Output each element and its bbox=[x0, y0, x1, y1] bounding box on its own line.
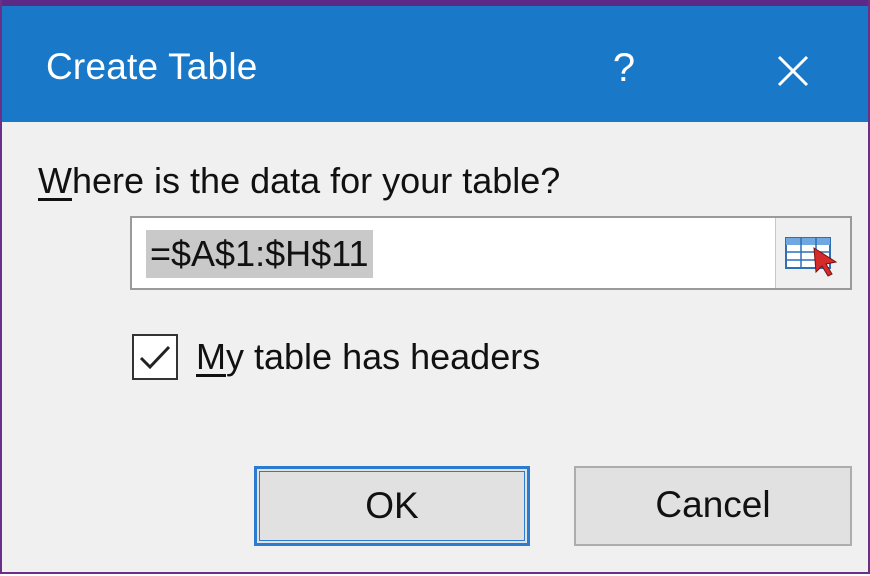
dialog-title: Create Table bbox=[46, 46, 258, 87]
create-table-dialog: Create Table ? Where is the data for you… bbox=[0, 0, 870, 574]
checkbox-accelerator: M bbox=[196, 336, 226, 377]
range-input[interactable]: =$A$1:$H$11 bbox=[130, 216, 852, 290]
close-icon bbox=[777, 55, 809, 87]
close-button[interactable] bbox=[762, 40, 824, 102]
prompt-accelerator: W bbox=[38, 160, 72, 201]
check-icon bbox=[139, 345, 171, 370]
help-button[interactable]: ? bbox=[598, 42, 650, 94]
range-collapse-button[interactable] bbox=[775, 218, 850, 288]
ok-button[interactable]: OK bbox=[254, 466, 530, 546]
headers-checkbox-label[interactable]: My table has headers bbox=[196, 336, 540, 378]
help-icon: ? bbox=[612, 46, 636, 90]
range-prompt-label: Where is the data for your table? bbox=[38, 160, 560, 202]
checkbox-label-text: y table has headers bbox=[226, 336, 541, 377]
prompt-text: here is the data for your table? bbox=[71, 160, 561, 201]
title-bar: Create Table ? bbox=[2, 0, 868, 122]
range-input-value[interactable]: =$A$1:$H$11 bbox=[146, 230, 373, 278]
headers-checkbox[interactable] bbox=[132, 334, 178, 380]
range-collapse-icon bbox=[785, 237, 838, 277]
cancel-button[interactable]: Cancel bbox=[574, 466, 852, 546]
